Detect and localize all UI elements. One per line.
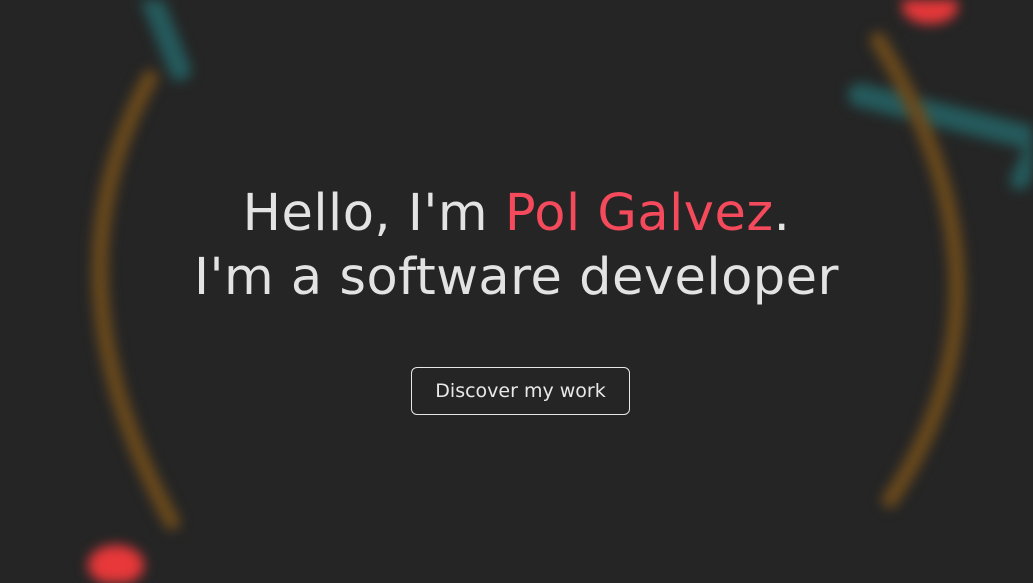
developer-name: Pol Galvez bbox=[504, 184, 774, 243]
red-dot-bottom-left bbox=[88, 545, 144, 583]
teal-line-top-left bbox=[140, 0, 191, 81]
discover-work-button[interactable]: Discover my work bbox=[411, 367, 630, 415]
role-line: I'm a software developer bbox=[193, 248, 840, 307]
greeting-suffix: . bbox=[773, 184, 791, 243]
hero-headline: Hello, I'm Pol Galvez. I'm a software de… bbox=[0, 182, 1033, 310]
greeting-line: Hello, I'm Pol Galvez. bbox=[0, 182, 1033, 246]
red-dot-top-right bbox=[902, 0, 958, 24]
greeting-prefix: Hello, I'm bbox=[242, 184, 505, 243]
hero-section: Hello, I'm Pol Galvez. I'm a software de… bbox=[0, 0, 1033, 583]
teal-line-right bbox=[848, 83, 1033, 151]
